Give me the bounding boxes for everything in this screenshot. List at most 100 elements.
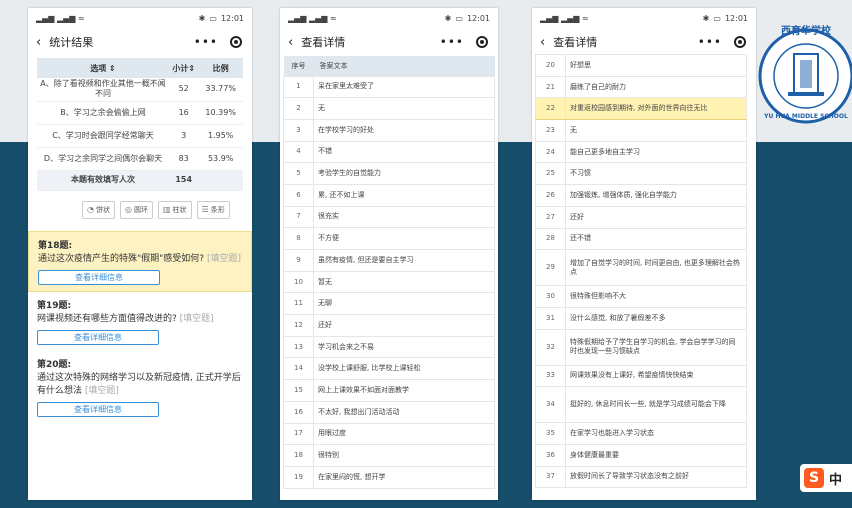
back-arrow-icon[interactable]: ‹ [540, 35, 545, 50]
phone-screen-details-1: ▂▄▆ ▂▄▆ ≈ ✱ ▭ 12:01 ‹ 查看详情 ••• 序号 答案文本 1 呆在… [280, 8, 498, 500]
row-index: 29 [535, 249, 566, 287]
table-row: 33 网课效果没有上课好, 希望疫情快快结束 [535, 364, 747, 388]
table-row: 15 网上上课效果不如面对面教学 [283, 379, 495, 402]
table-row: 22 对重返校园感到期待, 对外面的世界向往无比 [535, 97, 747, 121]
table-row: B、学习之余会偷偷上网 16 10.39% [37, 101, 243, 125]
row-answer: 呆在家里太难受了 [313, 75, 495, 99]
row-answer: 很特别 [313, 444, 495, 467]
title-bar: ‹ 查看详情 ••• [280, 28, 498, 56]
question-18: 第18题: 通过这次疫情产生的特殊"假期"感受如何? [填空题] 查看详细信息 [28, 230, 252, 292]
view-details-button-20[interactable]: 查看详细信息 [37, 401, 159, 417]
table-row: 28 还不错 [535, 227, 747, 251]
row-answer: 身体健康最重要 [565, 443, 747, 467]
view-details-button-19[interactable]: 查看详细信息 [37, 329, 159, 345]
table-row: 5 考验学生的自觉能力 [283, 162, 495, 185]
view-details-button-18[interactable]: 查看详细信息 [38, 269, 160, 285]
close-miniprogram-icon[interactable] [734, 36, 746, 48]
pie-chart-button[interactable]: ◔ 饼状 [82, 200, 115, 219]
row-index: 14 [283, 357, 314, 381]
close-miniprogram-icon[interactable] [230, 36, 242, 48]
row-answer: 不方便 [313, 227, 495, 250]
sogou-ime-icon[interactable]: S [804, 468, 824, 488]
row-index: 2 [283, 97, 314, 120]
row-index: 24 [535, 140, 566, 164]
status-time: 12:01 [724, 13, 748, 23]
page-title: 查看详情 [301, 36, 346, 49]
bluetooth-icon: ✱ [702, 13, 710, 23]
phone-screen-details-2: ▂▄▆ ▂▄▆ ≈ ✱ ▭ 12:01 ‹ 查看详情 ••• 20 好想思 21 磨练了自… [532, 8, 756, 500]
column-icon: ▥ [162, 205, 171, 214]
close-miniprogram-icon[interactable] [476, 36, 488, 48]
row-answer: 加强锻炼, 增强体质, 强化自学能力 [565, 184, 747, 207]
row-answer: 在学校学习的好处 [313, 118, 495, 142]
table-row: C、学习时会跟同学经常聊天 3 1.95% [37, 124, 243, 148]
back-arrow-icon[interactable]: ‹ [288, 35, 293, 50]
table-row: 36 身体健康最重要 [535, 443, 747, 467]
col-option[interactable]: 选项 ⇕ [37, 58, 169, 78]
col-ratio: 比例 [198, 58, 243, 78]
row-index: 25 [535, 162, 566, 186]
column-chart-button[interactable]: ▥ 柱状 [157, 200, 192, 219]
row-index: 26 [535, 184, 566, 207]
ring-chart-button[interactable]: ◎ 圆环 [119, 200, 153, 219]
row-index: 15 [283, 379, 314, 402]
table-row: 26 加强锻炼, 增强体质, 强化自学能力 [535, 184, 747, 207]
status-bar: ▂▄▆ ▂▄▆ ≈ ✱ ▭ 12:01 [532, 8, 756, 28]
row-answer: 挺好的, 休息时间长一些, 就是学习成绩可能会下降 [565, 386, 747, 424]
signal-icon: ▂▄▆ ▂▄▆ ≈ [36, 13, 85, 23]
row-answer: 考验学生的自觉能力 [313, 162, 495, 185]
ime-toolbar[interactable]: S 中 [800, 464, 852, 492]
row-index: 35 [535, 422, 566, 445]
table-row: 7 很充实 [283, 205, 495, 229]
pie-icon: ◔ [87, 205, 94, 214]
logo-arc-text: 西育华学校 [781, 24, 832, 37]
table-row: 27 还好 [535, 205, 747, 229]
signal-icon: ▂▄▆ ▂▄▆ ≈ [288, 13, 337, 23]
table-row: 1 呆在家里太难受了 [283, 75, 495, 99]
table-row: 20 好想思 [535, 54, 747, 77]
row-answer: 不习惯 [565, 162, 747, 186]
more-icon[interactable]: ••• [698, 35, 722, 49]
ime-language-indicator[interactable]: 中 [829, 469, 842, 488]
row-index: 1 [283, 75, 314, 99]
bar-chart-button[interactable]: ☰ 条形 [196, 200, 230, 219]
table-row: 8 不方便 [283, 227, 495, 250]
table-row: 29 增加了自觉学习的时间, 时间更自由, 也更多理解社会热点 [535, 249, 747, 287]
more-icon[interactable]: ••• [194, 35, 218, 49]
row-index: 20 [535, 54, 566, 77]
answers-table: 20 好想思 21 磨练了自己的耐力 22 对重返校园感到期待, 对外面的世界向往无比 23… [535, 54, 747, 489]
answers-table: 序号 答案文本 1 呆在家里太难受了 2 无 3 在学校学习的好处 4 不错 5 考验学生的自觉能… [283, 56, 495, 489]
row-answer: 用眼过度 [313, 422, 495, 446]
row-index: 19 [283, 465, 314, 489]
row-index: 13 [283, 335, 314, 359]
row-answer: 暂无 [313, 270, 495, 294]
status-bar: ▂▄▆ ▂▄▆ ≈ ✱ ▭ 12:01 [28, 8, 252, 28]
table-row: 24 能自己更多地自主学习 [535, 140, 747, 164]
row-index: 36 [535, 443, 566, 467]
back-arrow-icon[interactable]: ‹ [36, 35, 41, 50]
row-index: 5 [283, 162, 314, 185]
row-index: 11 [283, 292, 314, 316]
row-answer: 增加了自觉学习的时间, 时间更自由, 也更多理解社会热点 [565, 249, 747, 287]
row-answer: 学习机会来之不易 [313, 335, 495, 359]
school-logo: 西育华学校 YU HUA MIDDLE SCHOOL [758, 24, 852, 124]
bluetooth-icon: ✱ [198, 13, 206, 23]
table-row: 10 暂无 [283, 270, 495, 294]
col-index: 序号 [283, 56, 314, 76]
ring-icon: ◎ [124, 205, 132, 214]
row-index: 7 [283, 205, 314, 229]
table-row: 25 不习惯 [535, 162, 747, 186]
battery-icon: ▭ [713, 13, 721, 23]
question-19: 第19题: 网课视频还有哪些方面值得改进的? [填空题] 查看详细信息 [28, 292, 252, 351]
row-index: 22 [535, 97, 566, 121]
table-row: A、除了看视频和作业其他一概不闻不问 52 33.77% [37, 78, 243, 102]
table-row: 3 在学校学习的好处 [283, 118, 495, 142]
more-icon[interactable]: ••• [440, 35, 464, 49]
row-answer: 不错 [313, 140, 495, 164]
title-bar: ‹ 统计结果 ••• [28, 28, 252, 56]
row-answer: 无 [313, 97, 495, 120]
row-index: 18 [283, 444, 314, 467]
row-answer: 无聊 [313, 292, 495, 316]
col-count[interactable]: 小计⇕ [169, 58, 199, 78]
row-index: 10 [283, 270, 314, 294]
